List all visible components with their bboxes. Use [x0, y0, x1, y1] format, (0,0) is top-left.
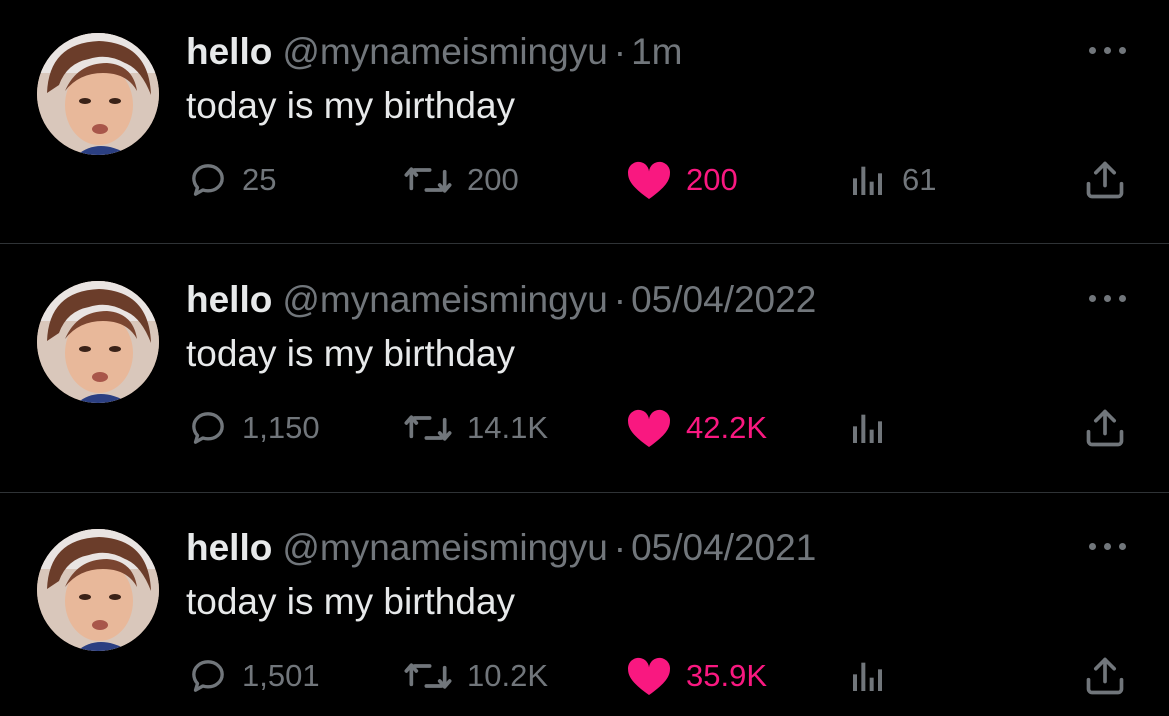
retweet-count: 200	[467, 162, 519, 197]
like-count: 35.9K	[686, 658, 768, 693]
reply-button[interactable]: 1,501	[188, 653, 320, 699]
avatar-photo	[37, 281, 159, 403]
retweet-count: 14.1K	[467, 410, 549, 445]
timestamp[interactable]: 05/04/2021	[631, 527, 816, 568]
reply-button[interactable]: 1,150	[188, 405, 320, 451]
view-count: 61	[902, 162, 937, 197]
avatar-photo	[37, 529, 159, 651]
separator-dot: ·	[613, 279, 627, 320]
reply-bubble-icon	[192, 660, 224, 692]
separator-dot: ·	[613, 31, 627, 72]
views-bar-chart-icon	[853, 166, 882, 195]
share-upload-icon	[1086, 657, 1124, 695]
retweet-button[interactable]: 14.1K	[403, 405, 548, 451]
user-handle[interactable]: @mynameismingyu	[282, 279, 607, 320]
tweet-divider	[0, 492, 1169, 493]
avatar[interactable]	[37, 33, 159, 155]
like-count: 42.2K	[686, 410, 768, 445]
views-bar-chart-icon	[853, 662, 882, 691]
tweet-text: today is my birthday	[186, 333, 516, 374]
retweet-icon	[404, 663, 452, 689]
reply-button[interactable]: 25	[188, 157, 276, 203]
separator-dot: ·	[613, 527, 627, 568]
like-count: 200	[686, 162, 738, 197]
reply-count: 1,501	[242, 658, 320, 693]
tweet-text: today is my birthday	[186, 581, 516, 622]
like-button[interactable]: 35.9K	[626, 653, 767, 699]
action-bar: 25 200 200 61	[0, 157, 1169, 203]
tweet[interactable]: hello @mynameismingyu · 05/04/2021 today is…	[0, 496, 1169, 716]
share-button[interactable]	[1083, 653, 1127, 699]
more-horizontal-icon[interactable]	[1086, 40, 1130, 60]
tweet-text: today is my birthday	[186, 85, 516, 126]
user-handle[interactable]: @mynameismingyu	[282, 527, 607, 568]
views-button[interactable]: 61	[848, 157, 936, 203]
timestamp[interactable]: 05/04/2022	[631, 279, 816, 320]
retweet-count: 10.2K	[467, 658, 549, 693]
tweet-header: hello @mynameismingyu · 1m	[186, 30, 683, 74]
reply-bubble-icon	[192, 164, 224, 196]
tweet-feed: hello @mynameismingyu · 1m today is my birt…	[0, 0, 1169, 716]
action-bar: 1,150 14.1K 42.2K	[0, 405, 1169, 451]
share-upload-icon	[1086, 161, 1124, 199]
retweet-button[interactable]: 10.2K	[403, 653, 548, 699]
timestamp[interactable]: 1m	[631, 31, 682, 72]
more-horizontal-icon[interactable]	[1086, 288, 1130, 308]
retweet-button[interactable]: 200	[403, 157, 519, 203]
tweet-header: hello @mynameismingyu · 05/04/2022	[186, 278, 816, 322]
avatar[interactable]	[37, 529, 159, 651]
retweet-icon	[404, 167, 452, 193]
views-bar-chart-icon	[853, 414, 882, 443]
avatar[interactable]	[37, 281, 159, 403]
reply-count: 25	[242, 162, 277, 197]
like-button[interactable]: 200	[626, 157, 738, 203]
heart-filled-icon	[628, 657, 670, 696]
heart-filled-icon	[628, 409, 670, 448]
display-name[interactable]: hello	[186, 527, 272, 568]
tweet-header: hello @mynameismingyu · 05/04/2021	[186, 526, 816, 570]
display-name[interactable]: hello	[186, 279, 272, 320]
reply-bubble-icon	[192, 412, 224, 444]
share-button[interactable]	[1083, 157, 1127, 203]
display-name[interactable]: hello	[186, 31, 272, 72]
heart-filled-icon	[628, 161, 670, 200]
tweet[interactable]: hello @mynameismingyu · 05/04/2022 today is…	[0, 248, 1169, 496]
user-handle[interactable]: @mynameismingyu	[282, 31, 607, 72]
like-button[interactable]: 42.2K	[626, 405, 767, 451]
more-horizontal-icon[interactable]	[1086, 536, 1130, 556]
views-button[interactable]	[848, 405, 902, 451]
retweet-icon	[404, 415, 452, 441]
tweet[interactable]: hello @mynameismingyu · 1m today is my birt…	[0, 0, 1169, 248]
tweet-divider	[0, 243, 1169, 244]
share-button[interactable]	[1083, 405, 1127, 451]
share-upload-icon	[1086, 409, 1124, 447]
avatar-photo	[37, 33, 159, 155]
action-bar: 1,501 10.2K 35.9K	[0, 653, 1169, 699]
views-button[interactable]	[848, 653, 902, 699]
reply-count: 1,150	[242, 410, 320, 445]
